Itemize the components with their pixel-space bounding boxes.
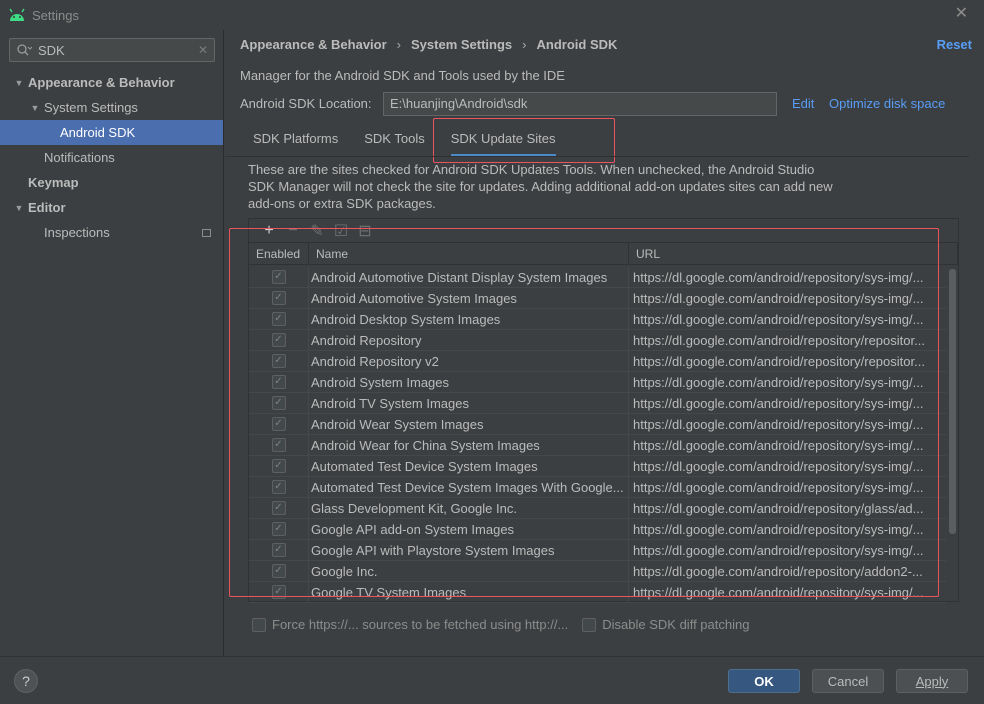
title-bar: Settings ✕: [0, 0, 984, 30]
settings-tree: ▼ Appearance & Behavior ▼ System Settings An…: [0, 70, 223, 245]
sidebar-item-label: Inspections: [44, 225, 110, 240]
disable-diff-option[interactable]: Disable SDK diff patching: [582, 617, 749, 632]
sidebar-item-android-sdk[interactable]: Android SDK: [0, 120, 223, 145]
sidebar-item-label: Keymap: [28, 175, 79, 190]
sidebar-item-label: Notifications: [44, 150, 115, 165]
sidebar-item-notifications[interactable]: Notifications: [0, 145, 223, 170]
table-highlight-box: [229, 228, 939, 597]
sidebar-item-inspections[interactable]: Inspections: [0, 220, 223, 245]
options-row: Force https://... sources to be fetched …: [252, 617, 763, 632]
search-input[interactable]: SDK ✕: [9, 38, 215, 62]
disable-diff-checkbox[interactable]: [582, 617, 597, 632]
force-https-option[interactable]: Force https://... sources to be fetched …: [252, 617, 568, 632]
breadcrumb-separator: ›: [522, 37, 527, 52]
search-icon: [17, 44, 32, 56]
tab-sdk-tools[interactable]: SDK Tools: [351, 126, 437, 158]
ok-button[interactable]: OK: [728, 669, 800, 693]
sidebar-item-keymap[interactable]: Keymap: [0, 170, 223, 195]
page-description: Manager for the Android SDK and Tools us…: [240, 68, 565, 83]
window-title: Settings: [32, 7, 79, 23]
sidebar-item-label: System Settings: [44, 100, 138, 115]
update-sites-info: These are the sites checked for Android …: [248, 162, 833, 211]
sdk-location-field[interactable]: E:\huanjing\Android\sdk: [383, 92, 777, 116]
sidebar: SDK ✕ ▼ Appearance & Behavior ▼ System Sett…: [0, 30, 224, 656]
sidebar-item-label: Editor: [28, 200, 66, 215]
sidebar-item-label: Android SDK: [60, 125, 136, 140]
main-panel: Appearance & Behavior › System Settings …: [225, 30, 984, 656]
sidebar-item-label: Appearance & Behavior: [28, 75, 175, 90]
optimize-disk-space-link[interactable]: Optimize disk space: [829, 96, 945, 111]
cancel-button[interactable]: Cancel: [812, 669, 884, 693]
sidebar-item-system-settings[interactable]: ▼ System Settings: [0, 95, 223, 120]
disable-diff-label: Disable SDK diff patching: [602, 617, 750, 632]
breadcrumb-separator: ›: [396, 37, 402, 52]
tab-divider: [225, 156, 969, 157]
help-button[interactable]: ?: [14, 669, 38, 693]
breadcrumb-system-settings[interactable]: System Settings: [411, 37, 512, 52]
clear-search-icon[interactable]: ✕: [198, 43, 208, 57]
dialog-footer: ? OK Cancel Apply: [0, 656, 984, 704]
tab-sdk-platforms[interactable]: SDK Platforms: [240, 126, 351, 158]
android-logo-icon: [9, 8, 25, 21]
apply-button[interactable]: Apply: [896, 669, 968, 693]
breadcrumb: Appearance & Behavior › System Settings …: [240, 37, 617, 52]
expand-arrow-icon[interactable]: ▼: [12, 78, 26, 88]
close-icon[interactable]: ✕: [955, 6, 968, 22]
reset-link[interactable]: Reset: [937, 37, 972, 52]
expand-arrow-icon[interactable]: ▼: [12, 203, 26, 213]
sdk-location-label: Android SDK Location:: [240, 96, 372, 111]
sidebar-item-appearance-behavior[interactable]: ▼ Appearance & Behavior: [0, 70, 223, 95]
force-https-label: Force https://... sources to be fetched …: [272, 617, 569, 632]
search-value: SDK: [38, 42, 65, 58]
force-https-checkbox[interactable]: [252, 617, 266, 632]
breadcrumb-android-sdk: Android SDK: [536, 37, 618, 52]
breadcrumb-appearance[interactable]: Appearance & Behavior: [240, 37, 387, 52]
table-scrollbar[interactable]: [949, 269, 956, 534]
project-settings-icon: [202, 228, 211, 237]
edit-link[interactable]: Edit: [792, 96, 814, 111]
expand-arrow-icon[interactable]: ▼: [28, 103, 42, 113]
sidebar-item-editor[interactable]: ▼ Editor: [0, 195, 223, 220]
